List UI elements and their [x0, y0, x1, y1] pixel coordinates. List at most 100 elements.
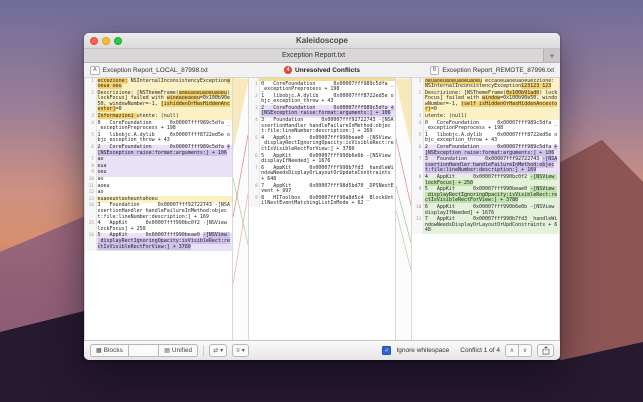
file-a-name: Exception Report_LOCAL_87998.txt [103, 67, 208, 74]
file-b-header[interactable]: B Exception Report_REMOTE_87996.txt [360, 66, 554, 75]
line-text: 3 Foundation 0x00007fff92722743 -[NSAsse… [97, 203, 232, 221]
merge-direction-dropdown[interactable]: ⇄ ▾ [209, 344, 227, 357]
diff-line[interactable]: 154 AppKit 0x00007fff990bc0f2 -[NSView l… [85, 221, 232, 233]
line-number: 6 [412, 145, 424, 157]
diff-line[interactable]: 76 AppKit 0x00007fff990b7fd3 _handleWind… [249, 165, 396, 183]
line-number: 7 [412, 157, 424, 175]
next-conflict-button[interactable]: ∨ [519, 345, 531, 356]
zoom-button[interactable] [114, 37, 122, 45]
diff-line[interactable]: 10 CoreFoundation 0x00007fff989c5dfa __e… [249, 81, 396, 93]
file-b-name: Exception Report_REMOTE_87996.txt [442, 67, 554, 74]
diff-line[interactable]: 98 HIToolbox 0x00007fff90a8d5c4 _BlockUn… [249, 195, 396, 207]
diff-line[interactable]: 40 CoreFoundation 0x00007fff989c5dfa __e… [85, 120, 232, 132]
diff-line[interactable]: 8eua [85, 163, 232, 170]
line-number: 3 [249, 105, 261, 117]
line-number: 11 [85, 183, 97, 190]
caret-down-icon: ▾ [220, 347, 223, 354]
line-text: 6 AppKit 0x00007fff990b6e6b -[NSView dis… [424, 204, 559, 216]
line-number: 9 [249, 195, 261, 207]
line-text: 0 CoreFoundation 0x00007fff989c5dfa __ex… [260, 81, 395, 93]
diff-line[interactable]: 117 AppKit 0x00007fff990b7fd3 _handleWin… [412, 217, 559, 235]
diff-line[interactable]: 2Descrizione: [NSThemeFrame(0x100b91ad0)… [412, 90, 559, 113]
line-number: 7 [249, 165, 261, 183]
conflict-nav: ∧ ∨ [505, 344, 532, 357]
line-text: 6 AppKit 0x00007fff990b7fd3 _handleWindo… [260, 165, 395, 183]
diff-line[interactable]: 2Descrizione: [NSThemeFrame(aoeuaoeuaoeu… [85, 90, 232, 113]
diff-line[interactable]: 51 libobjc.A.dylib 0x00007fff8722ed5e ob… [412, 132, 559, 144]
line-text: 1 libobjc.A.dylib 0x00007fff8722ed5e obj… [260, 93, 395, 105]
diff-line[interactable]: 11aoeu [85, 183, 232, 190]
line-number: 4 [412, 120, 424, 132]
line-text: oeuaoeuaoeuaoeuaoeu eccaoeuaoeuaoeuezzio… [424, 78, 559, 90]
view-mode-blocks[interactable]: ▦ Blocks [91, 345, 129, 356]
diff-line[interactable]: 95 AppKit 0x00007fff990beae0 -[NSView _d… [412, 187, 559, 205]
line-text: 7 AppKit 0x00007fff990b7fd3 _handleWindo… [424, 217, 559, 235]
minimize-button[interactable] [102, 37, 110, 45]
previous-conflict-button[interactable]: ∧ [506, 345, 519, 356]
file-a-header[interactable]: A Exception Report_LOCAL_87998.txt [90, 66, 284, 75]
diff-line[interactable]: 32 CoreFoundation 0x00007fff989c5dfa +[N… [249, 105, 396, 117]
diff-line[interactable]: 9oeu [85, 170, 232, 177]
toolbar-divider [203, 345, 204, 356]
line-text: 2 CoreFoundation 0x00007fff989c5dfa +[NS… [260, 105, 395, 117]
ignore-whitespace-checkbox[interactable]: ✓ [382, 346, 391, 355]
diff-line[interactable]: 73 Foundation 0x00007fff92722743 -[NSAss… [412, 157, 559, 175]
diff-line[interactable]: 87 AppKit 0x00007fff98d5bd70 _DPSNextEve… [249, 183, 396, 195]
line-text: 3 Foundation 0x00007fff92722743 -[NSAsse… [260, 118, 395, 136]
line-number: 10 [412, 204, 424, 216]
tab-exception-report[interactable]: Exception Report.txt [84, 49, 544, 62]
window-title: Kaleidoscope [84, 36, 560, 45]
diff-line[interactable]: 43 Foundation 0x00007fff92722743 -[NSAss… [249, 118, 396, 136]
line-text: 7 AppKit 0x00007fff98d5bd70 _DPSNextEven… [260, 183, 395, 195]
conflicts-label: Unresolved Conflicts [295, 67, 360, 74]
line-text: 5 AppKit 0x00007fff990beae0 -[NSView _di… [424, 187, 559, 205]
diff-line[interactable]: 62 CoreFoundation 0x00007fff989c5dfa +[N… [85, 145, 232, 157]
fluid-label: Fluid [139, 347, 153, 354]
line-number: 13 [85, 196, 97, 203]
blocks-icon: ▦ [96, 348, 102, 354]
blocks-label: Blocks [104, 347, 123, 354]
line-text: 5 AppKit 0x00007fff990beae0 -[NSView _di… [97, 233, 232, 251]
diff-line[interactable]: 40 CoreFoundation 0x00007fff989c5dfa __e… [412, 120, 559, 132]
line-number: 1 [412, 78, 424, 90]
line-text: 4 AppKit 0x00007fff990beae0 -[NSView _di… [260, 135, 395, 153]
share-button[interactable] [537, 344, 554, 357]
line-number: 5 [412, 132, 424, 144]
diff-panel-remote: 1oeuaoeuaoeuaoeuaoeu eccaoeuaoeuaoeuezzi… [411, 78, 560, 340]
file-header-bar: A Exception Report_LOCAL_87998.txt 4 Unr… [84, 63, 560, 78]
line-number: 4 [85, 120, 97, 132]
diff-panel-base: 10 CoreFoundation 0x00007fff989c5dfa __e… [248, 78, 397, 340]
diff-line[interactable]: 62 CoreFoundation 0x00007fff989c5dfa +[N… [412, 145, 559, 157]
diff-line[interactable]: 1eccezione: NSInternalInconsistencyExcep… [85, 78, 232, 90]
line-text: 0 CoreFoundation 0x00007fff989c5dfa __ex… [97, 120, 232, 132]
file-a-badge: A [90, 66, 100, 75]
diff-line[interactable]: 165 AppKit 0x00007fff990beae0 -[NSView _… [85, 233, 232, 251]
diff-line[interactable]: 106 AppKit 0x00007fff990b6e6b -[NSView d… [412, 204, 559, 216]
diff-line[interactable]: 21 libobjc.A.dylib 0x00007fff8722ed5e ob… [249, 93, 396, 105]
line-text: 1 libobjc.A.dylib 0x00007fff8722ed5e obj… [97, 132, 232, 144]
display-options-dropdown[interactable]: ≡ ▾ [232, 344, 249, 357]
diff-line[interactable]: 65 AppKit 0x00007fff990b6e6b -[NSView di… [249, 153, 396, 165]
diff-line[interactable]: 7ao [85, 157, 232, 164]
diff-connector-right [396, 78, 411, 340]
view-mode-fluid[interactable]: ≈ Fluid [129, 345, 159, 356]
line-number: 12 [85, 190, 97, 197]
diff-line[interactable]: 1oeuaoeuaoeuaoeuaoeu eccaoeuaoeuaoeuezzi… [412, 78, 559, 90]
diff-line[interactable]: 54 AppKit 0x00007fff990beae0 -[NSView _d… [249, 135, 396, 153]
add-tab-button[interactable]: + [544, 49, 560, 62]
line-text: 2 CoreFoundation 0x00007fff989c5dfa +[NS… [424, 145, 559, 157]
line-number: 8 [85, 163, 97, 170]
close-button[interactable] [90, 37, 98, 45]
view-mode-unified[interactable]: ▤ Unified [159, 345, 197, 356]
line-text: eua [97, 163, 232, 170]
share-icon [542, 346, 550, 355]
line-text: oeu [97, 170, 232, 177]
line-number: 10 [85, 177, 97, 184]
diff-line[interactable]: 51 libobjc.A.dylib 0x00007fff8722ed5e ob… [85, 132, 232, 144]
diff-line[interactable]: 143 Foundation 0x00007fff92722743 -[NSAs… [85, 203, 232, 221]
line-text: 8 HIToolbox 0x00007fff90a8d5c4 _BlockUnt… [260, 195, 395, 207]
line-text: 5 AppKit 0x00007fff990b6e6b -[NSView dis… [260, 153, 395, 165]
diff-line[interactable]: 84 AppKit 0x00007fff990bc0f2 -[NSView lo… [412, 175, 559, 187]
swap-icon: ⇄ [213, 347, 218, 354]
line-number: 8 [249, 183, 261, 195]
